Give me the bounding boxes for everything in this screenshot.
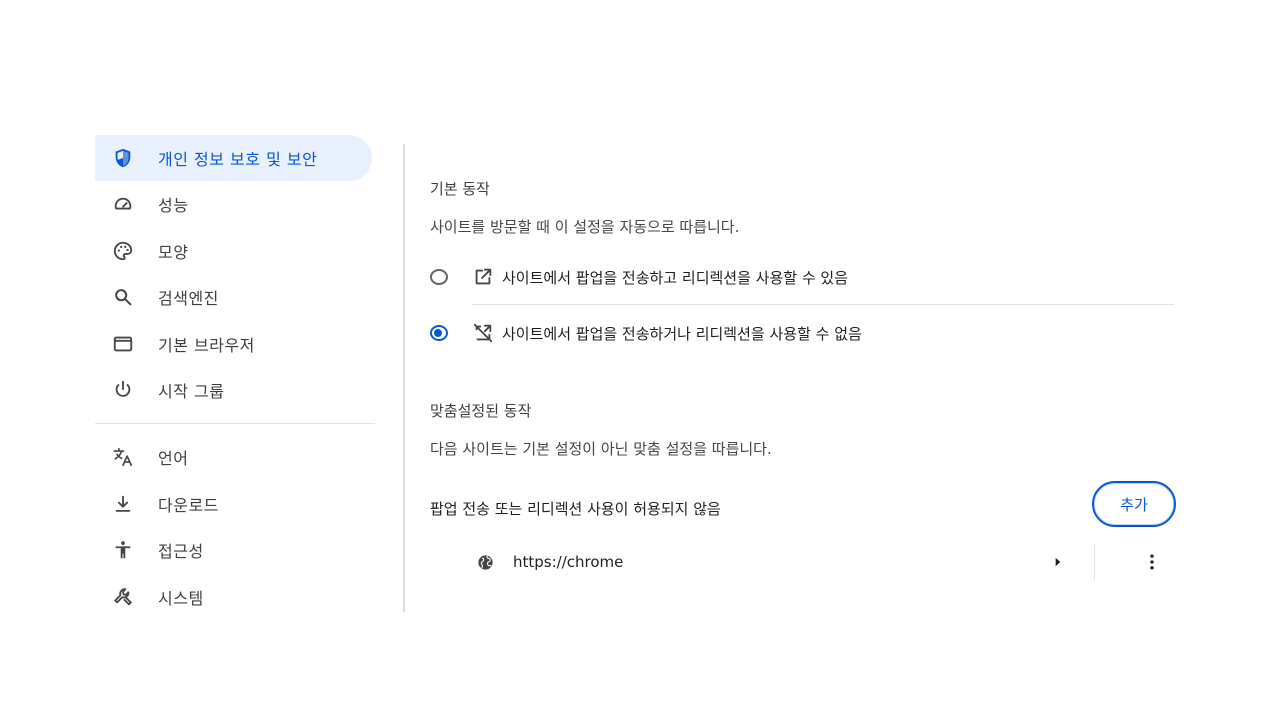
open-in-new-off-icon <box>472 322 494 344</box>
sidebar-item-label: 모양 <box>158 243 189 262</box>
sidebar-divider <box>95 423 375 424</box>
globe-icon <box>475 552 495 572</box>
sidebar-item-performance[interactable]: 성능 <box>95 181 372 227</box>
custom-behavior-heading: 맞춤설정된 동작 <box>430 402 532 420</box>
site-list-item[interactable]: https://chrome <box>470 542 1175 582</box>
blocked-list-heading: 팝업 전송 또는 리디렉션 사용이 허용되지 않음 <box>430 500 721 518</box>
more-actions-icon[interactable] <box>1140 550 1164 574</box>
palette-icon <box>111 239 135 263</box>
settings-page: 개인 정보 보호 및 보안 성능 모양 검색엔진 기본 브라우저 시작 그룹 언… <box>0 0 1280 720</box>
sidebar-item-system[interactable]: 시스템 <box>95 574 372 615</box>
sidebar-item-accessibility[interactable]: 접근성 <box>95 527 372 573</box>
allow-popups-label: 사이트에서 팝업을 전송하고 리디렉션을 사용할 수 있음 <box>502 268 849 287</box>
option-divider <box>472 304 1174 305</box>
block-popups-label: 사이트에서 팝업을 전송하거나 리디렉션을 사용할 수 없음 <box>502 324 862 343</box>
power-icon <box>111 378 135 402</box>
custom-behavior-description: 다음 사이트는 기본 설정이 아닌 맞춤 설정을 따릅니다. <box>430 440 772 458</box>
speedometer-icon <box>111 192 135 216</box>
search-icon <box>111 285 135 309</box>
sidebar-item-label: 시작 그룹 <box>158 382 225 401</box>
sidebar-item-label: 검색엔진 <box>158 289 219 308</box>
site-url: https://chrome <box>513 553 624 571</box>
default-behavior-description: 사이트를 방문할 때 이 설정을 자동으로 따릅니다. <box>430 218 740 236</box>
radio-option-allow-popups[interactable]: 사이트에서 팝업을 전송하고 리디렉션을 사용할 수 있음 <box>430 257 1175 297</box>
sidebar-item-label: 접근성 <box>158 542 204 561</box>
row-separator <box>1094 544 1095 580</box>
sidebar-item-downloads[interactable]: 다운로드 <box>95 481 372 527</box>
sidebar-item-label: 다운로드 <box>158 496 219 515</box>
popups-redirects-settings: 기본 동작 사이트를 방문할 때 이 설정을 자동으로 따릅니다. 사이트에서 … <box>430 144 1190 614</box>
shield-icon <box>111 146 135 170</box>
sidebar-item-privacy-security[interactable]: 개인 정보 보호 및 보안 <box>95 135 372 181</box>
sidebar-item-default-browser[interactable]: 기본 브라우저 <box>95 321 372 367</box>
block-popups-radio[interactable] <box>430 325 448 341</box>
download-icon <box>111 492 135 516</box>
sidebar-item-languages[interactable]: 언어 <box>95 434 372 480</box>
open-in-new-icon <box>472 266 494 288</box>
sidebar-item-label: 성능 <box>158 196 189 215</box>
accessibility-icon <box>111 538 135 562</box>
default-behavior-heading: 기본 동작 <box>430 180 490 198</box>
wrench-icon <box>111 585 135 609</box>
sidebar-item-appearance[interactable]: 모양 <box>95 228 372 274</box>
sidebar-item-on-startup[interactable]: 시작 그룹 <box>95 367 372 413</box>
sidebar-item-search-engine[interactable]: 검색엔진 <box>95 274 372 320</box>
sidebar-item-label: 시스템 <box>158 589 204 608</box>
sidebar-item-label: 기본 브라우저 <box>158 336 255 355</box>
add-site-button[interactable]: 추가 <box>1092 481 1176 527</box>
sidebar-separator <box>403 144 405 612</box>
translate-icon <box>111 445 135 469</box>
settings-sidebar: 개인 정보 보호 및 보안 성능 모양 검색엔진 기본 브라우저 시작 그룹 언… <box>95 135 380 615</box>
arrow-right-icon[interactable] <box>1048 552 1068 572</box>
allow-popups-radio[interactable] <box>430 269 448 285</box>
sidebar-item-label: 언어 <box>158 449 189 468</box>
radio-option-block-popups[interactable]: 사이트에서 팝업을 전송하거나 리디렉션을 사용할 수 없음 <box>430 313 1175 353</box>
browser-window-icon <box>111 332 135 356</box>
sidebar-item-label: 개인 정보 보호 및 보안 <box>158 150 318 169</box>
